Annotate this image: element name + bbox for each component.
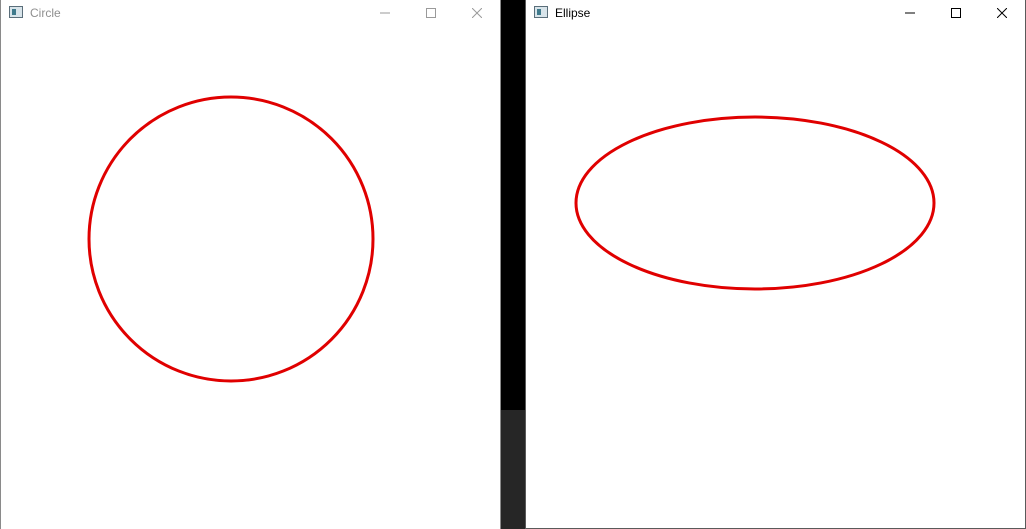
minimize-icon: [380, 12, 390, 14]
minimize-button[interactable]: [362, 0, 408, 26]
circle-drawing: [87, 95, 375, 383]
maximize-button[interactable]: [933, 0, 979, 26]
close-button[interactable]: [979, 0, 1025, 26]
close-icon: [472, 8, 482, 18]
circle-window[interactable]: Circle: [0, 0, 501, 529]
red-ellipse-shape: [574, 115, 936, 291]
red-circle-shape: [87, 95, 375, 383]
ellipse-canvas: [526, 26, 1025, 528]
minimize-button[interactable]: [887, 0, 933, 26]
maximize-icon: [951, 8, 961, 18]
ellipse-window[interactable]: Ellipse: [525, 0, 1026, 529]
app-window-icon: [534, 6, 548, 18]
ellipse-window-titlebar[interactable]: Ellipse: [526, 0, 1025, 26]
app-window-icon: [9, 6, 23, 18]
ellipse-window-title: Ellipse: [555, 6, 591, 20]
close-button[interactable]: [454, 0, 500, 26]
maximize-icon: [426, 8, 436, 18]
ellipse-drawing: [574, 115, 936, 291]
circle-window-title: Circle: [30, 6, 61, 20]
desktop: Circle Ellipse: [0, 0, 1026, 529]
minimize-icon: [905, 12, 915, 14]
circle-window-titlebar[interactable]: Circle: [1, 0, 500, 26]
circle-canvas: [1, 26, 500, 529]
close-icon: [997, 8, 1007, 18]
taskbar-strip: [501, 410, 525, 529]
maximize-button[interactable]: [408, 0, 454, 26]
